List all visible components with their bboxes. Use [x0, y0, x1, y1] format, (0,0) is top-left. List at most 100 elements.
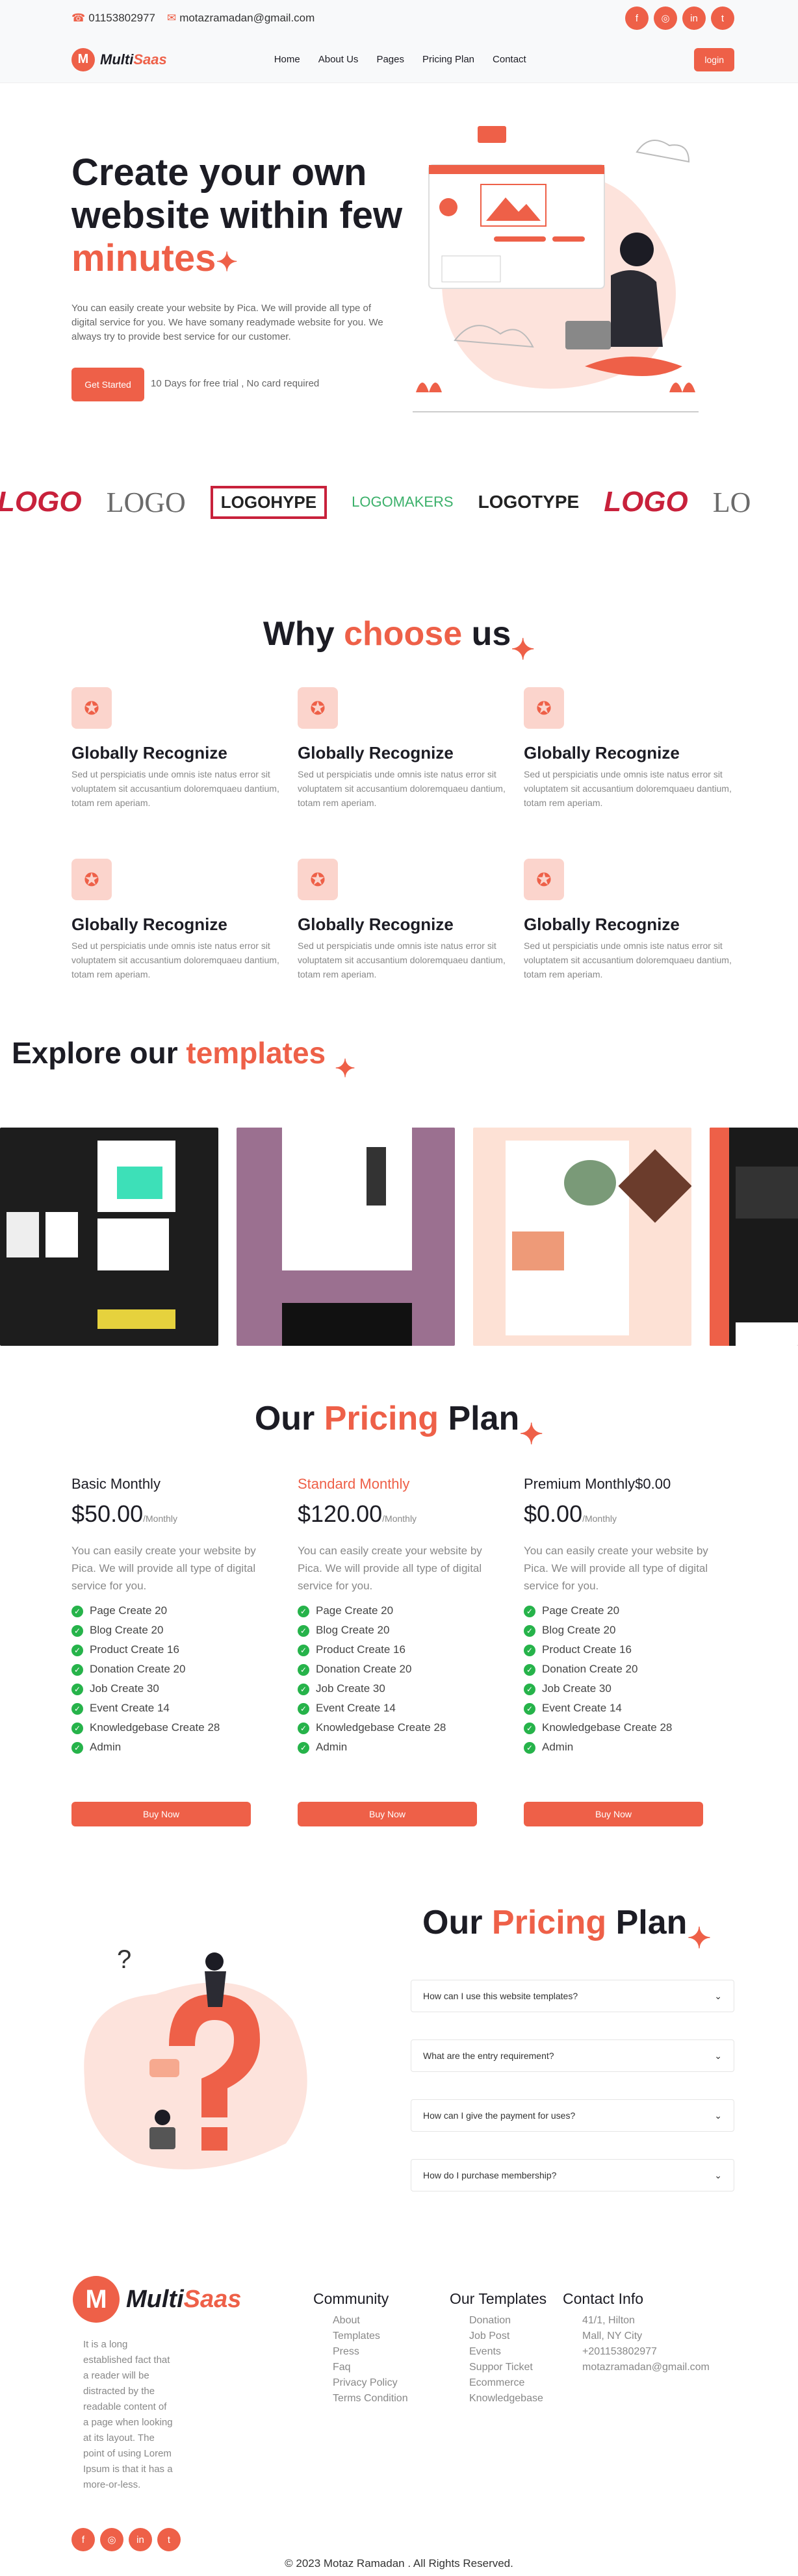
- contact-line: 41/1, Hilton: [582, 2315, 635, 2326]
- twitter-icon[interactable]: t: [711, 6, 734, 30]
- check-icon: ✓: [524, 1664, 535, 1676]
- login-button[interactable]: login: [694, 47, 734, 71]
- phone[interactable]: ☎ 01153802977: [71, 12, 155, 25]
- footer-link[interactable]: Suppor Ticket: [469, 2360, 547, 2375]
- faq-item[interactable]: How can I use this website templates? ⌄: [411, 1980, 734, 2012]
- nav-home[interactable]: Home: [274, 54, 300, 65]
- feature-list: ✓ Page Create 20 ✓ Blog Create 20 ✓ Product…: [71, 1601, 266, 1757]
- template-preview[interactable]: [0, 1128, 218, 1346]
- contact-line[interactable]: motazramadan@gmail.com: [582, 2360, 710, 2375]
- sparkle-icon: ✦: [511, 634, 535, 666]
- check-icon: ✓: [71, 1723, 83, 1734]
- sparkle-icon: ✦: [335, 1055, 355, 1083]
- logo-icon: M: [73, 2276, 120, 2323]
- top-bar: ☎ 01153802977 ✉ motazramadan@gmail.com f ◎…: [0, 0, 798, 36]
- partner-logo: LOGO: [604, 486, 688, 518]
- navbar: M MultiSaas Home About Us Pages Pricing …: [0, 36, 798, 83]
- brand-logo[interactable]: M MultiSaas: [71, 47, 167, 71]
- facebook-icon[interactable]: f: [625, 6, 649, 30]
- faq-illustration: ?: [84, 1945, 307, 2169]
- award-icon: ✪: [298, 859, 338, 900]
- get-started-button[interactable]: Get Started: [71, 368, 144, 401]
- footer-link[interactable]: Donation: [469, 2313, 547, 2329]
- copyright: © 2023 Motaz Ramadan . All Rights Reserv…: [285, 2557, 513, 2570]
- award-icon: ✪: [298, 687, 338, 729]
- hero-title: Create your own website within few minutes…: [71, 151, 403, 279]
- footer-link[interactable]: Privacy Policy: [333, 2375, 408, 2391]
- sparkle-icon: ✦: [519, 1419, 544, 1450]
- nav-about[interactable]: About Us: [318, 54, 359, 65]
- template-preview[interactable]: [473, 1128, 691, 1346]
- check-icon: ✓: [298, 1606, 309, 1617]
- check-icon: ✓: [71, 1606, 83, 1617]
- nav-pages[interactable]: Pages: [376, 54, 404, 65]
- footer-link[interactable]: Templates: [333, 2329, 408, 2344]
- check-icon: ✓: [298, 1625, 309, 1637]
- check-icon: ✓: [71, 1645, 83, 1656]
- feature-card: ✪ Globally Recognize Sed ut perspiciatis u…: [524, 687, 732, 810]
- footer-templates: Our Templates Donation Job Post Events S…: [450, 2290, 547, 2406]
- footer-community: Community About Templates Press Faq Priv…: [313, 2290, 408, 2406]
- plan-premium: Premium Monthly$0.00 $0.00/Monthly You c…: [524, 1476, 719, 1757]
- linkedin-icon[interactable]: in: [682, 6, 706, 30]
- partner-logo: LOGO: [106, 486, 186, 518]
- footer-link[interactable]: About: [333, 2313, 408, 2329]
- feature-card: ✪ Globally Recognize Sed ut perspiciatis u…: [298, 859, 506, 981]
- footer-link[interactable]: Terms Condition: [333, 2391, 408, 2406]
- faq-title: Our Pricing Plan✦: [422, 1904, 712, 1954]
- buy-now-button[interactable]: Buy Now: [71, 1802, 251, 1826]
- footer-link[interactable]: Events: [469, 2344, 547, 2360]
- check-icon: ✓: [71, 1684, 83, 1695]
- award-icon: ✪: [524, 687, 564, 729]
- check-icon: ✓: [71, 1742, 83, 1754]
- feature-card: ✪ Globally Recognize Sed ut perspiciatis u…: [71, 687, 279, 810]
- footer-link[interactable]: Job Post: [469, 2329, 547, 2344]
- social-links: f ◎ in t: [625, 6, 734, 30]
- check-icon: ✓: [71, 1703, 83, 1715]
- mail-icon: ✉: [166, 12, 177, 24]
- nav-contact[interactable]: Contact: [493, 54, 526, 65]
- nav-pricing[interactable]: Pricing Plan: [422, 54, 474, 65]
- faq-item[interactable]: How can I give the payment for uses? ⌄: [411, 2099, 734, 2132]
- check-icon: ✓: [524, 1742, 535, 1754]
- chevron-down-icon: ⌄: [714, 1990, 722, 2001]
- footer-social: f ◎ in t: [71, 2528, 181, 2551]
- chevron-down-icon: ⌄: [714, 2050, 722, 2061]
- hero-section: Create your own website within few minutes…: [0, 83, 798, 447]
- instagram-icon[interactable]: ◎: [100, 2528, 123, 2551]
- main-menu: Home About Us Pages Pricing Plan Contact: [274, 54, 526, 65]
- template-preview[interactable]: [710, 1128, 798, 1346]
- check-icon: ✓: [524, 1645, 535, 1656]
- footer-link[interactable]: Ecommerce: [469, 2375, 547, 2391]
- faq-item[interactable]: How do I purchase membership? ⌄: [411, 2159, 734, 2191]
- buy-now-button[interactable]: Buy Now: [298, 1802, 477, 1826]
- trial-note: 10 Days for free trial , No card require…: [151, 378, 320, 389]
- partner-logo: LOGO: [0, 486, 82, 518]
- footer-about: It is a long established fact that a rea…: [83, 2339, 173, 2490]
- check-icon: ✓: [298, 1684, 309, 1695]
- footer-link[interactable]: Faq: [333, 2360, 408, 2375]
- email[interactable]: ✉ motazramadan@gmail.com: [167, 12, 315, 25]
- twitter-icon[interactable]: t: [157, 2528, 181, 2551]
- feature-card: ✪ Globally Recognize Sed ut perspiciatis u…: [71, 859, 279, 981]
- feature-list: ✓ Page Create 20 ✓ Blog Create 20 ✓ Product…: [298, 1601, 493, 1757]
- template-preview[interactable]: [237, 1128, 455, 1346]
- check-icon: ✓: [298, 1664, 309, 1676]
- check-icon: ✓: [298, 1703, 309, 1715]
- faq-item[interactable]: What are the entry requirement? ⌄: [411, 2039, 734, 2072]
- contact-line[interactable]: +201153802977: [582, 2344, 710, 2360]
- buy-now-button[interactable]: Buy Now: [524, 1802, 703, 1826]
- sparkle-icon: ✦: [216, 248, 238, 277]
- pricing-title: Our Pricing Plan✦: [254, 1400, 544, 1450]
- facebook-icon[interactable]: f: [71, 2528, 95, 2551]
- why-title: Why choose us✦: [263, 615, 535, 666]
- linkedin-icon[interactable]: in: [129, 2528, 152, 2551]
- contact-info: ☎ 01153802977 ✉ motazramadan@gmail.com: [71, 12, 315, 25]
- footer-link[interactable]: Knowledgebase: [469, 2391, 547, 2406]
- check-icon: ✓: [298, 1645, 309, 1656]
- footer-link[interactable]: Press: [333, 2344, 408, 2360]
- instagram-icon[interactable]: ◎: [654, 6, 677, 30]
- check-icon: ✓: [524, 1684, 535, 1695]
- plan-basic: Basic Monthly $50.00/Monthly You can eas…: [71, 1476, 266, 1757]
- footer-logo[interactable]: M MultiSaas: [73, 2276, 241, 2323]
